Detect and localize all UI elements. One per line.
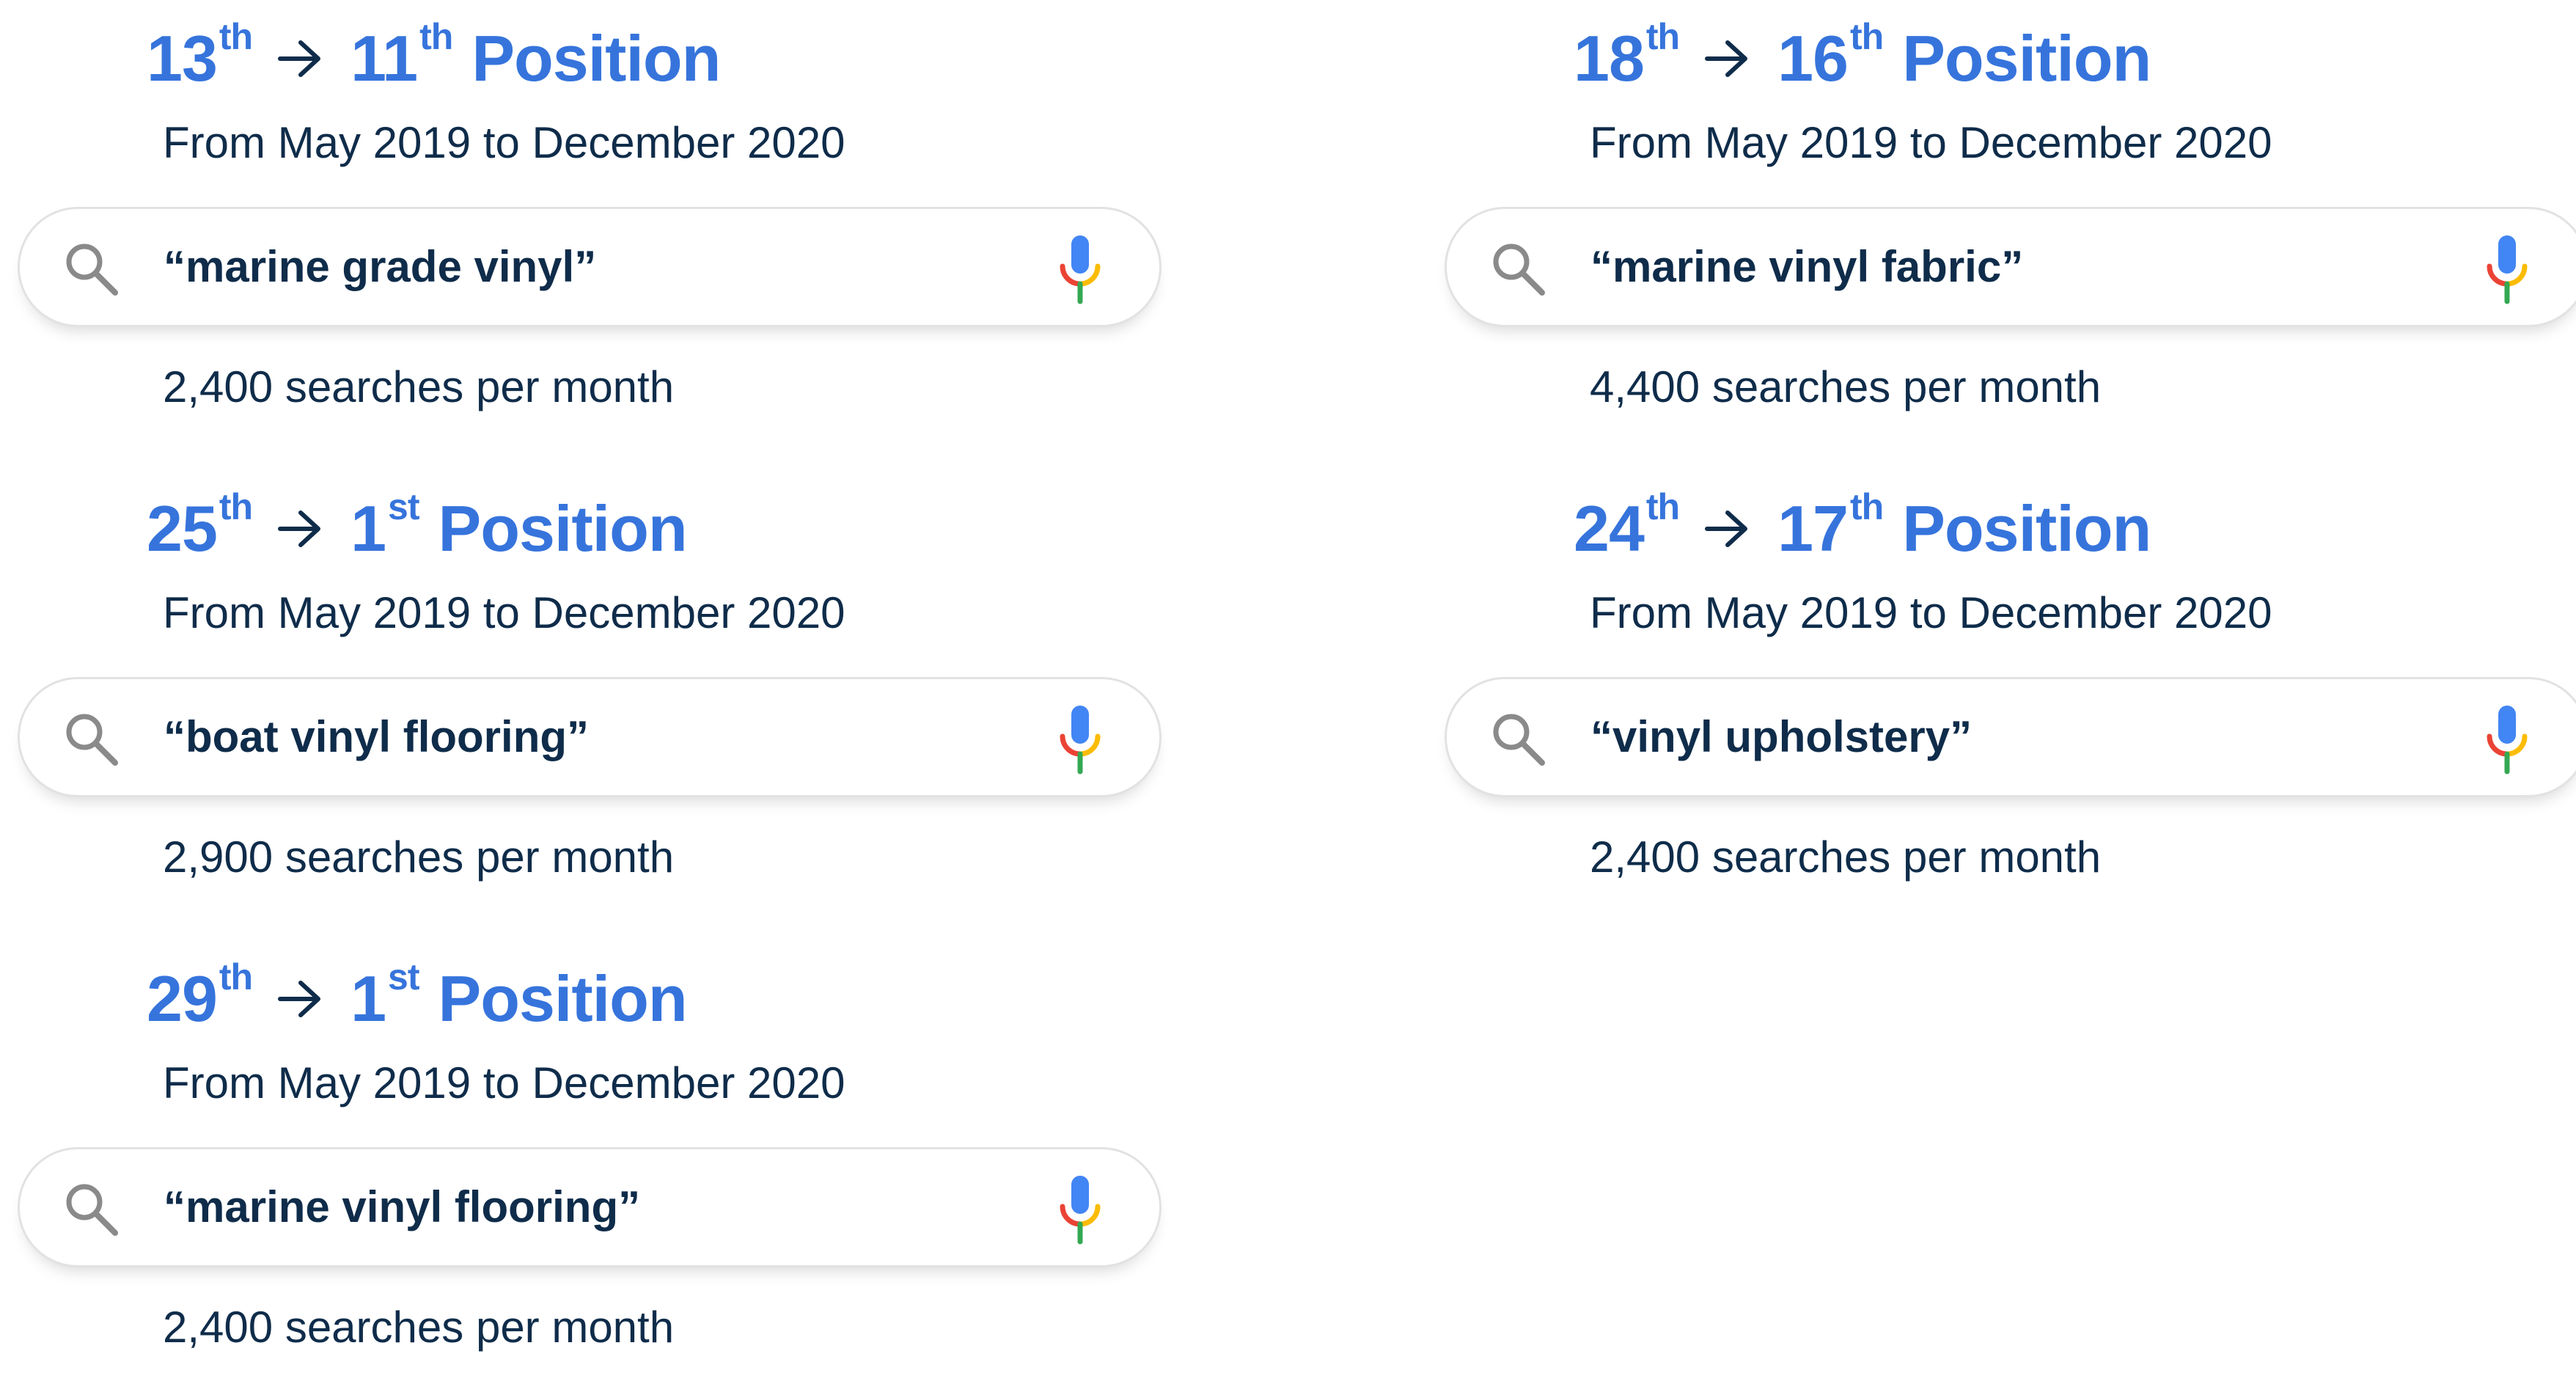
position-word: Position — [1902, 22, 2151, 95]
keyword-card: 18th 16th Position From May 2019 to Dece… — [1427, 0, 2576, 455]
from-rank-suffix: th — [219, 956, 253, 997]
search-icon[interactable] — [1489, 240, 1548, 299]
right-arrow-icon — [1705, 510, 1748, 547]
to-rank: 17 — [1777, 492, 1849, 565]
date-range: From May 2019 to December 2020 — [163, 588, 845, 637]
from-rank: 25 — [147, 492, 218, 565]
date-range: From May 2019 to December 2020 — [1590, 588, 2272, 637]
keyword-card: 24th 17th Position From May 2019 to Dece… — [1427, 470, 2576, 925]
search-icon[interactable] — [1489, 710, 1548, 769]
search-query[interactable]: “marine vinyl fabric” — [1590, 209, 2023, 325]
microphone-icon[interactable] — [1057, 232, 1104, 306]
keyword-card: 13th 11th Position From May 2019 to Dece… — [0, 0, 1173, 455]
rank-change-heading: 29th 1st Position — [147, 948, 688, 1050]
position-word: Position — [438, 962, 688, 1035]
search-bar[interactable]: “marine vinyl flooring” — [18, 1147, 1162, 1267]
search-volume: 2,400 searches per month — [1590, 832, 2102, 882]
search-query[interactable]: “boat vinyl flooring” — [164, 679, 589, 795]
search-volume: 2,900 searches per month — [163, 832, 675, 882]
search-volume: 2,400 searches per month — [163, 1303, 675, 1352]
search-volume: 4,400 searches per month — [1590, 362, 2102, 411]
to-rank-suffix: st — [388, 956, 419, 997]
to-rank: 1 — [351, 962, 386, 1035]
right-arrow-icon — [278, 40, 321, 77]
from-rank: 29 — [147, 962, 218, 1035]
search-bar[interactable]: “boat vinyl flooring” — [18, 677, 1162, 797]
from-rank-suffix: th — [1645, 486, 1680, 527]
rank-change-heading: 13th 11th Position — [147, 7, 721, 110]
search-icon[interactable] — [62, 240, 121, 299]
microphone-icon[interactable] — [2484, 232, 2531, 306]
from-rank-suffix: th — [1645, 16, 1680, 57]
search-query[interactable]: “marine grade vinyl” — [164, 209, 596, 325]
keyword-card: 25th 1st Position From May 2019 to Decem… — [0, 470, 1173, 925]
to-rank: 11 — [351, 22, 418, 95]
microphone-icon[interactable] — [1057, 1173, 1104, 1246]
from-rank: 24 — [1574, 492, 1645, 565]
microphone-icon[interactable] — [2484, 703, 2531, 776]
from-rank-suffix: th — [219, 16, 253, 57]
keyword-rankings-page: { "results": [ { "from_rank": "13", "fro… — [0, 0, 2576, 1352]
to-rank: 16 — [1777, 22, 1849, 95]
to-rank-suffix: st — [388, 486, 419, 527]
search-bar[interactable]: “marine vinyl fabric” — [1445, 207, 2576, 327]
right-arrow-icon — [278, 981, 321, 1017]
search-query[interactable]: “marine vinyl flooring” — [164, 1149, 640, 1265]
from-rank: 13 — [147, 22, 218, 95]
position-word: Position — [438, 492, 688, 565]
search-volume: 2,400 searches per month — [163, 362, 675, 411]
search-icon[interactable] — [62, 1180, 121, 1239]
from-rank: 18 — [1574, 22, 1645, 95]
right-arrow-icon — [1705, 40, 1748, 77]
to-rank-suffix: th — [419, 16, 453, 57]
search-bar[interactable]: “vinyl upholstery” — [1445, 677, 2576, 797]
rank-change-heading: 25th 1st Position — [147, 477, 688, 580]
date-range: From May 2019 to December 2020 — [163, 1058, 845, 1107]
right-arrow-icon — [278, 510, 321, 547]
microphone-icon[interactable] — [1057, 703, 1104, 776]
to-rank-suffix: th — [1849, 486, 1884, 527]
keyword-card: 29th 1st Position From May 2019 to Decem… — [0, 940, 1173, 1395]
rank-change-heading: 24th 17th Position — [1574, 477, 2151, 580]
date-range: From May 2019 to December 2020 — [1590, 118, 2272, 167]
from-rank-suffix: th — [219, 486, 253, 527]
search-bar[interactable]: “marine grade vinyl” — [18, 207, 1162, 327]
position-word: Position — [1902, 492, 2151, 565]
rank-change-heading: 18th 16th Position — [1574, 7, 2151, 110]
to-rank-suffix: th — [1849, 16, 1884, 57]
search-query[interactable]: “vinyl upholstery” — [1590, 679, 1972, 795]
search-icon[interactable] — [62, 710, 121, 769]
date-range: From May 2019 to December 2020 — [163, 118, 845, 167]
to-rank: 1 — [351, 492, 386, 565]
position-word: Position — [471, 22, 721, 95]
